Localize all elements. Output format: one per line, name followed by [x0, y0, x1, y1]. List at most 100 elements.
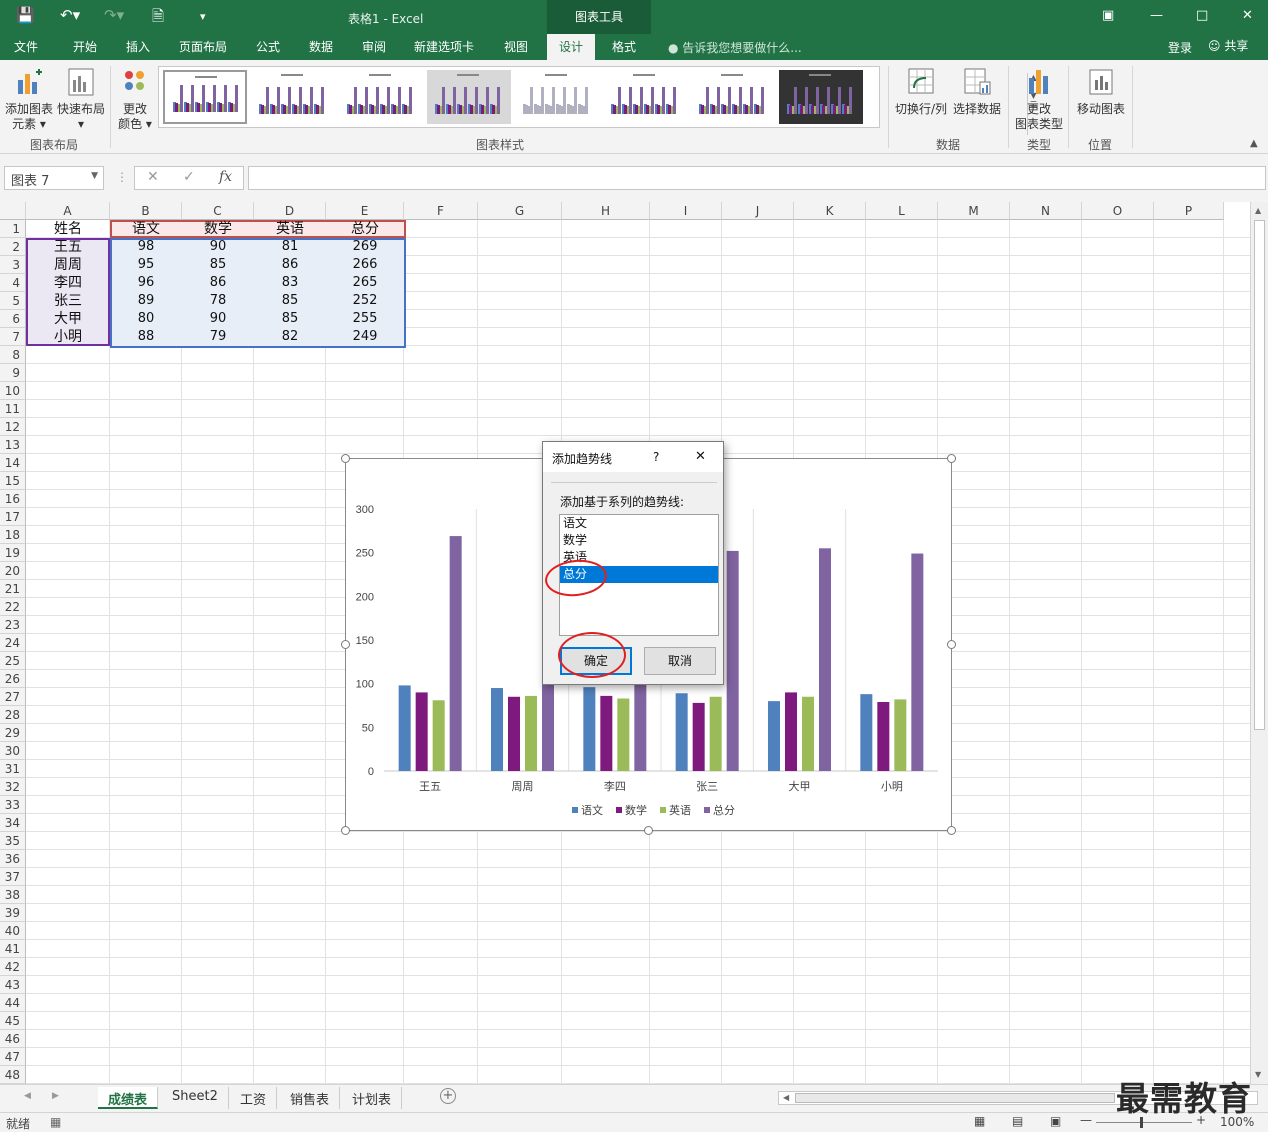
data-cell[interactable]: 张三	[26, 292, 110, 310]
row-header[interactable]: 18	[0, 526, 26, 544]
data-cell[interactable]: 大甲	[26, 310, 110, 328]
login-link[interactable]: 登录	[1168, 39, 1192, 56]
confirm-icon[interactable]: ✓	[183, 169, 195, 185]
normal-view-icon[interactable]: ▦	[974, 1114, 985, 1128]
row-header[interactable]: 33	[0, 796, 26, 814]
chart-style-thumbnail[interactable]	[515, 70, 599, 124]
resize-handle[interactable]	[947, 640, 956, 649]
row-header[interactable]: 12	[0, 418, 26, 436]
column-header[interactable]: B	[110, 202, 182, 220]
data-cell[interactable]: 89	[110, 292, 182, 310]
row-header[interactable]: 5	[0, 292, 26, 310]
tab-home[interactable]: 开始	[73, 38, 97, 55]
bar-语文[interactable]	[491, 688, 503, 771]
resize-handle[interactable]	[947, 454, 956, 463]
row-header[interactable]: 44	[0, 994, 26, 1012]
row-header[interactable]: 42	[0, 958, 26, 976]
resize-handle[interactable]	[341, 454, 350, 463]
redo-icon[interactable]: ↷▾	[104, 6, 124, 24]
legend-entry[interactable]: 数学	[625, 803, 647, 817]
scroll-up-icon[interactable]: ▲	[1255, 206, 1261, 215]
column-header[interactable]: D	[254, 202, 326, 220]
tab-review[interactable]: 审阅	[362, 38, 386, 55]
resize-handle[interactable]	[947, 826, 956, 835]
chart-style-thumbnail[interactable]	[251, 70, 335, 124]
macro-record-icon[interactable]: ▦	[50, 1115, 61, 1129]
data-cell[interactable]: 86	[254, 256, 326, 274]
row-header[interactable]: 13	[0, 436, 26, 454]
tab-insert[interactable]: 插入	[126, 38, 150, 55]
chart-style-thumbnail[interactable]	[427, 70, 511, 124]
header-cell[interactable]: 总分	[326, 220, 404, 238]
data-cell[interactable]: 周周	[26, 256, 110, 274]
series-option[interactable]: 语文	[560, 515, 718, 532]
add-chart-element-button[interactable]: 添加图表 元素 ▾	[3, 66, 55, 132]
tab-format[interactable]: 格式	[612, 38, 636, 55]
resize-handle[interactable]	[341, 640, 350, 649]
undo-icon[interactable]: ↶▾	[60, 6, 80, 24]
data-cell[interactable]: 96	[110, 274, 182, 292]
row-header[interactable]: 47	[0, 1048, 26, 1066]
row-header[interactable]: 16	[0, 490, 26, 508]
tab-data[interactable]: 数据	[309, 38, 333, 55]
cancel-button[interactable]: 取消	[644, 647, 716, 675]
column-header[interactable]: E	[326, 202, 404, 220]
data-cell[interactable]: 255	[326, 310, 404, 328]
data-cell[interactable]: 98	[110, 238, 182, 256]
bar-英语[interactable]	[709, 696, 722, 771]
row-header[interactable]: 7	[0, 328, 26, 346]
data-cell[interactable]: 90	[182, 238, 254, 256]
data-cell[interactable]: 82	[254, 328, 326, 346]
page-layout-view-icon[interactable]: ▤	[1012, 1114, 1023, 1128]
bar-英语[interactable]	[617, 698, 630, 771]
close-icon[interactable]: ✕	[695, 449, 706, 464]
row-header[interactable]: 30	[0, 742, 26, 760]
data-cell[interactable]: 269	[326, 238, 404, 256]
new-file-icon[interactable]: 🗎	[152, 6, 164, 31]
row-header[interactable]: 23	[0, 616, 26, 634]
bar-语文[interactable]	[583, 687, 596, 771]
zoom-out-icon[interactable]: —	[1080, 1113, 1092, 1127]
ribbon-display-icon[interactable]: ▣	[1102, 8, 1114, 23]
bar-语文[interactable]	[675, 693, 688, 771]
column-header[interactable]: K	[794, 202, 866, 220]
column-header[interactable]: O	[1082, 202, 1154, 220]
data-cell[interactable]: 85	[254, 310, 326, 328]
bar-数学[interactable]	[600, 695, 613, 771]
series-option[interactable]: 数学	[560, 532, 718, 549]
row-header[interactable]: 27	[0, 688, 26, 706]
row-header[interactable]: 43	[0, 976, 26, 994]
data-cell[interactable]: 252	[326, 292, 404, 310]
header-cell[interactable]: 语文	[110, 220, 182, 238]
prev-sheet-icon[interactable]: ◀	[24, 1091, 31, 1101]
page-break-view-icon[interactable]: ▣	[1050, 1114, 1061, 1128]
chevron-down-icon[interactable]: ▼	[91, 171, 98, 181]
column-header[interactable]: C	[182, 202, 254, 220]
column-header[interactable]: N	[1010, 202, 1082, 220]
column-header[interactable]: H	[562, 202, 650, 220]
row-header[interactable]: 10	[0, 382, 26, 400]
scroll-down-icon[interactable]: ▼	[1255, 1070, 1261, 1079]
resize-handle[interactable]	[341, 826, 350, 835]
row-header[interactable]: 4	[0, 274, 26, 292]
row-header[interactable]: 31	[0, 760, 26, 778]
bar-总分[interactable]	[819, 548, 831, 771]
scroll-thumb[interactable]	[1254, 220, 1265, 730]
column-header[interactable]: P	[1154, 202, 1224, 220]
tab-formulas[interactable]: 公式	[256, 38, 280, 55]
legend-entry[interactable]: 总分	[713, 803, 735, 817]
bar-数学[interactable]	[877, 702, 890, 771]
column-header[interactable]: A	[26, 202, 110, 220]
save-icon[interactable]: 💾	[16, 6, 35, 24]
row-header[interactable]: 8	[0, 346, 26, 364]
row-header[interactable]: 20	[0, 562, 26, 580]
tab-page-layout[interactable]: 页面布局	[179, 38, 227, 55]
row-header[interactable]: 34	[0, 814, 26, 832]
tab-file[interactable]: 文件	[14, 38, 38, 55]
bar-英语[interactable]	[525, 695, 537, 771]
row-header[interactable]: 37	[0, 868, 26, 886]
sheet-tab[interactable]: 成绩表	[98, 1087, 159, 1109]
next-sheet-icon[interactable]: ▶	[52, 1091, 59, 1101]
bar-数学[interactable]	[415, 692, 428, 771]
resize-handle[interactable]	[644, 826, 653, 835]
